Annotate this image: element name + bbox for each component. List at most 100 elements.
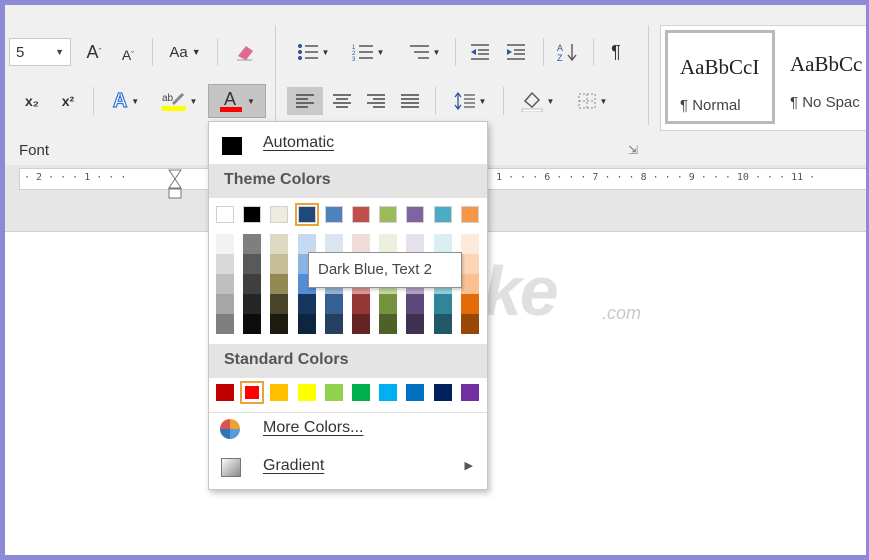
grow-font-button[interactable]: Aˆ: [83, 38, 105, 66]
clear-formatting-button[interactable]: [229, 38, 261, 66]
theme-shade-swatch[interactable]: [297, 314, 316, 334]
theme-shade-swatch[interactable]: [460, 314, 479, 334]
decrease-indent-button[interactable]: [465, 38, 495, 66]
standard-color-swatch[interactable]: [352, 384, 370, 401]
line-spacing-button[interactable]: ▼: [445, 87, 495, 115]
ruler-right-numbers: · · 1 · · · 6 · · · 7 · · · 8 · · · 9 · …: [472, 172, 816, 183]
theme-shade-swatch[interactable]: [216, 314, 234, 334]
theme-shade-swatch[interactable]: [243, 294, 262, 314]
theme-shade-swatch[interactable]: [270, 294, 289, 314]
theme-shade-swatch[interactable]: [460, 254, 479, 274]
theme-color-swatch[interactable]: [460, 206, 479, 223]
theme-shade-swatch[interactable]: [406, 314, 425, 334]
justify-icon: [401, 94, 419, 108]
gradient-option[interactable]: Gradient ▶: [209, 450, 487, 484]
theme-shade-swatch[interactable]: [433, 314, 452, 334]
theme-shade-swatch[interactable]: [270, 254, 289, 274]
theme-shade-swatch[interactable]: [379, 294, 398, 314]
subscript-button[interactable]: x₂: [19, 87, 45, 115]
multilevel-list-button[interactable]: ▼: [401, 38, 447, 66]
theme-shade-swatch[interactable]: [270, 234, 289, 254]
increase-indent-button[interactable]: [501, 38, 531, 66]
shading-button[interactable]: ▼: [511, 87, 563, 115]
theme-shade-swatch[interactable]: [243, 254, 262, 274]
superscript-button[interactable]: x²: [55, 87, 81, 115]
theme-shade-swatch[interactable]: [216, 234, 234, 254]
standard-color-swatch[interactable]: [433, 384, 452, 401]
show-paragraph-marks-button[interactable]: ¶: [603, 38, 629, 66]
align-left-button[interactable]: [287, 87, 323, 115]
theme-shade-swatch[interactable]: [406, 294, 425, 314]
shrink-font-button[interactable]: Aˇ: [117, 41, 139, 69]
theme-color-swatch[interactable]: [352, 206, 370, 223]
theme-shade-swatch[interactable]: [379, 234, 398, 254]
separator: [435, 87, 436, 115]
theme-shade-swatch[interactable]: [297, 234, 316, 254]
numbering-button[interactable]: 1 2 3 ▼: [345, 38, 391, 66]
borders-button[interactable]: ▼: [567, 87, 617, 115]
theme-color-swatch[interactable]: [270, 206, 289, 223]
highlight-color-button[interactable]: ab ▼: [155, 87, 203, 115]
standard-color-swatch[interactable]: [460, 384, 479, 401]
separator: [648, 25, 649, 125]
theme-shade-swatch[interactable]: [352, 234, 370, 254]
style-no-spacing[interactable]: AaBbCc ¶ No Spac: [778, 30, 866, 124]
theme-shade-swatch[interactable]: [243, 234, 262, 254]
theme-shade-swatch[interactable]: [379, 314, 398, 334]
standard-colors-label: Standard Colors: [224, 351, 349, 368]
sort-button[interactable]: AZ: [553, 38, 583, 66]
justify-button[interactable]: [395, 87, 425, 115]
theme-shade-swatch[interactable]: [406, 234, 425, 254]
change-case-button[interactable]: Aa ▼: [161, 38, 209, 66]
theme-color-swatch[interactable]: [243, 206, 262, 223]
align-right-button[interactable]: [361, 87, 391, 115]
theme-shade-swatch[interactable]: [460, 234, 479, 254]
theme-color-swatch[interactable]: [324, 206, 343, 223]
theme-shade-swatch[interactable]: [352, 314, 370, 334]
align-center-button[interactable]: [327, 87, 357, 115]
theme-shade-swatch[interactable]: [270, 274, 289, 294]
chevron-down-icon: ▼: [321, 47, 330, 57]
indent-marker-icon[interactable]: [168, 169, 182, 203]
theme-color-swatch[interactable]: [406, 206, 425, 223]
theme-shade-swatch[interactable]: [270, 314, 289, 334]
theme-shade-swatch[interactable]: [216, 254, 234, 274]
change-case-label: Aa: [169, 43, 188, 61]
ruler-left-numbers: · 2 · · · 1 · · ·: [24, 172, 127, 183]
standard-color-swatch[interactable]: [270, 384, 289, 401]
theme-color-swatch[interactable]: [379, 206, 398, 223]
standard-color-swatch[interactable]: [297, 384, 316, 401]
automatic-color-option[interactable]: Automatic: [209, 128, 487, 162]
style-normal[interactable]: AaBbCcI ¶ Normal: [665, 30, 775, 124]
theme-shade-swatch[interactable]: [433, 294, 452, 314]
theme-shade-swatch[interactable]: [433, 234, 452, 254]
text-effects-button[interactable]: A ▼: [103, 87, 149, 115]
font-color-button[interactable]: A ▼: [208, 84, 266, 118]
standard-color-swatch[interactable]: [216, 384, 234, 401]
more-colors-option[interactable]: More Colors...: [209, 412, 487, 446]
theme-shade-swatch[interactable]: [297, 294, 316, 314]
theme-shade-swatch[interactable]: [216, 294, 234, 314]
theme-color-swatch[interactable]: [216, 206, 234, 223]
theme-shade-swatch[interactable]: [324, 314, 343, 334]
theme-color-swatch[interactable]: [294, 203, 319, 226]
theme-color-swatch[interactable]: [433, 206, 452, 223]
separator: [543, 38, 544, 66]
bullets-button[interactable]: ▼: [291, 38, 335, 66]
theme-shade-swatch[interactable]: [243, 314, 262, 334]
theme-shade-swatch[interactable]: [352, 294, 370, 314]
standard-color-swatch[interactable]: [324, 384, 343, 401]
standard-color-swatch[interactable]: [406, 384, 425, 401]
theme-shade-swatch[interactable]: [324, 294, 343, 314]
theme-shade-swatch[interactable]: [324, 234, 343, 254]
standard-color-swatch[interactable]: [240, 381, 265, 404]
paragraph-dialog-launcher-icon[interactable]: ⇲: [628, 143, 638, 157]
font-size-box[interactable]: 5 ▼: [9, 38, 71, 66]
separator: [152, 38, 153, 66]
theme-shade-swatch[interactable]: [460, 294, 479, 314]
theme-shade-swatch[interactable]: [216, 274, 234, 294]
watermark-suffix: .com: [602, 303, 642, 323]
theme-shade-swatch[interactable]: [460, 274, 479, 294]
theme-shade-swatch[interactable]: [243, 274, 262, 294]
standard-color-swatch[interactable]: [379, 384, 398, 401]
